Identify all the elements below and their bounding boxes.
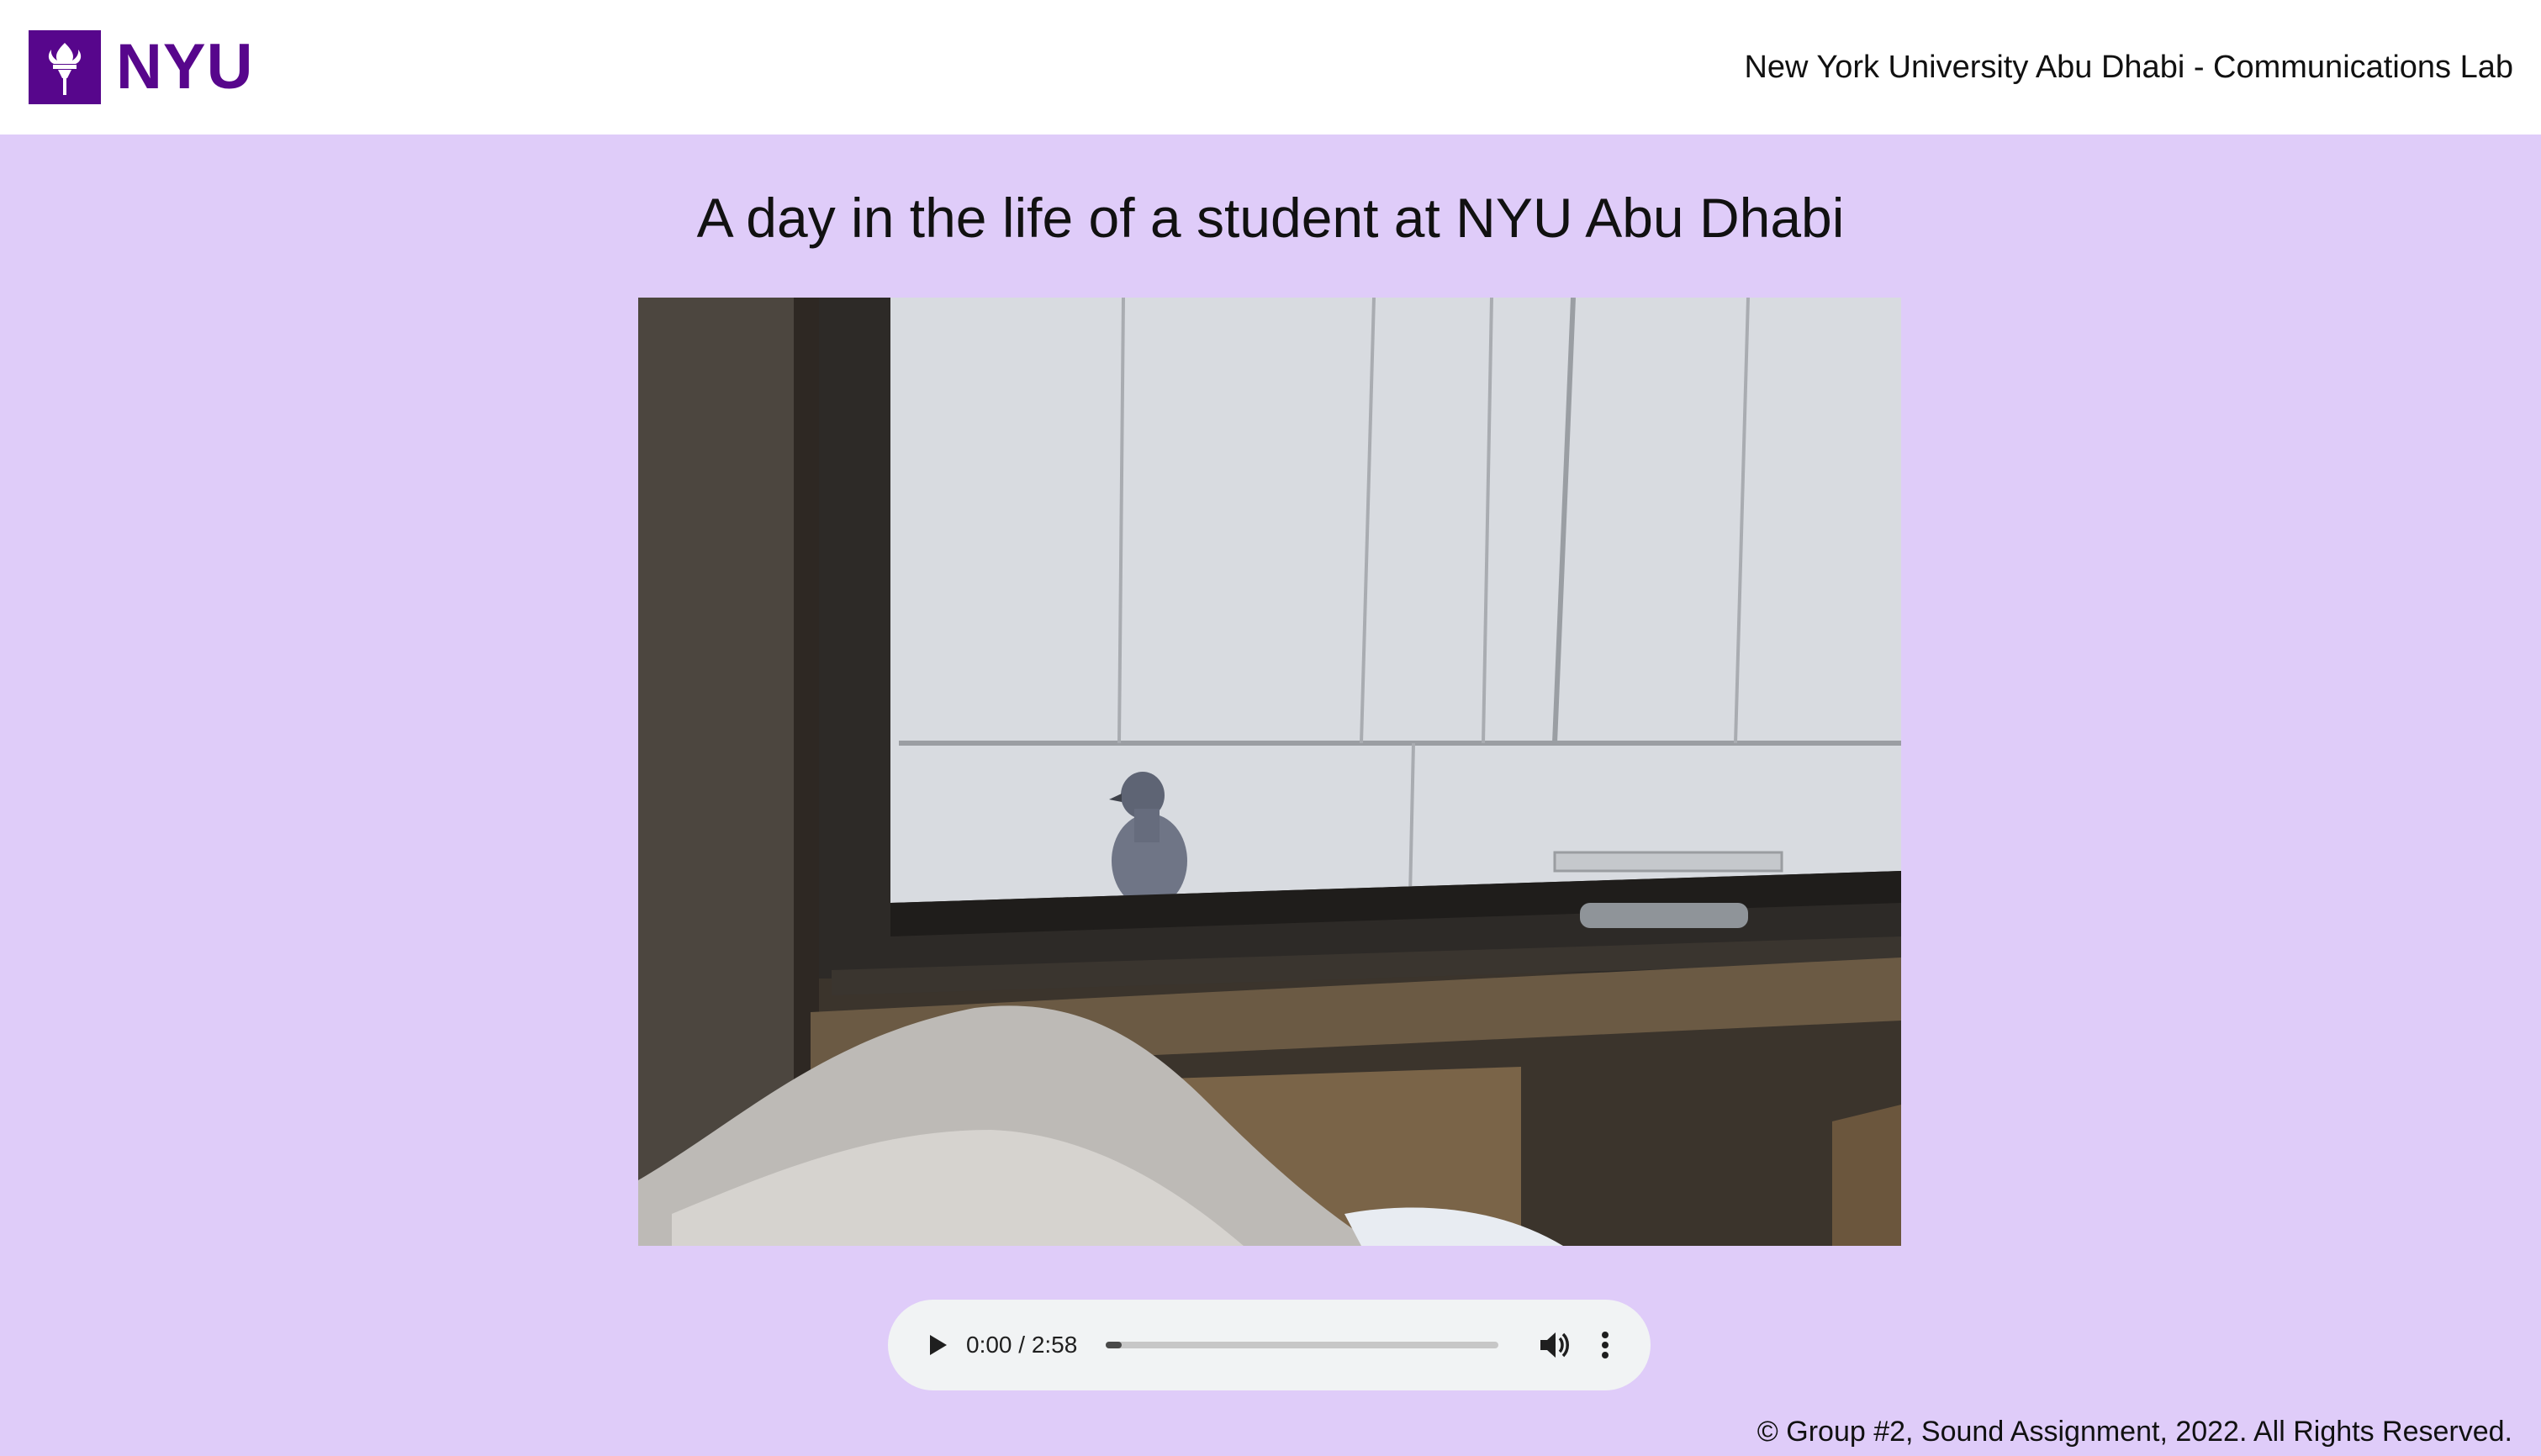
- footer-copyright: © Group #2, Sound Assignment, 2022. All …: [1757, 1416, 2512, 1448]
- header-title: New York University Abu Dhabi - Communic…: [1744, 50, 2513, 85]
- site-header: NYU New York University Abu Dhabi - Comm…: [0, 0, 2541, 135]
- seek-slider[interactable]: [1106, 1342, 1498, 1348]
- nyu-logo[interactable]: NYU: [29, 30, 253, 104]
- torch-icon: [29, 30, 101, 104]
- volume-icon[interactable]: [1535, 1327, 1572, 1364]
- audio-player[interactable]: 0:00 / 2:58: [888, 1300, 1651, 1390]
- play-icon[interactable]: [920, 1328, 954, 1362]
- logo-text: NYU: [116, 31, 254, 103]
- time-display: 0:00 / 2:58: [966, 1332, 1078, 1358]
- page-title: A day in the life of a student at NYU Ab…: [696, 187, 1845, 249]
- seek-progress: [1106, 1342, 1122, 1348]
- more-options-icon[interactable]: [1593, 1327, 1618, 1364]
- dorm-window-photo: [638, 298, 1901, 1246]
